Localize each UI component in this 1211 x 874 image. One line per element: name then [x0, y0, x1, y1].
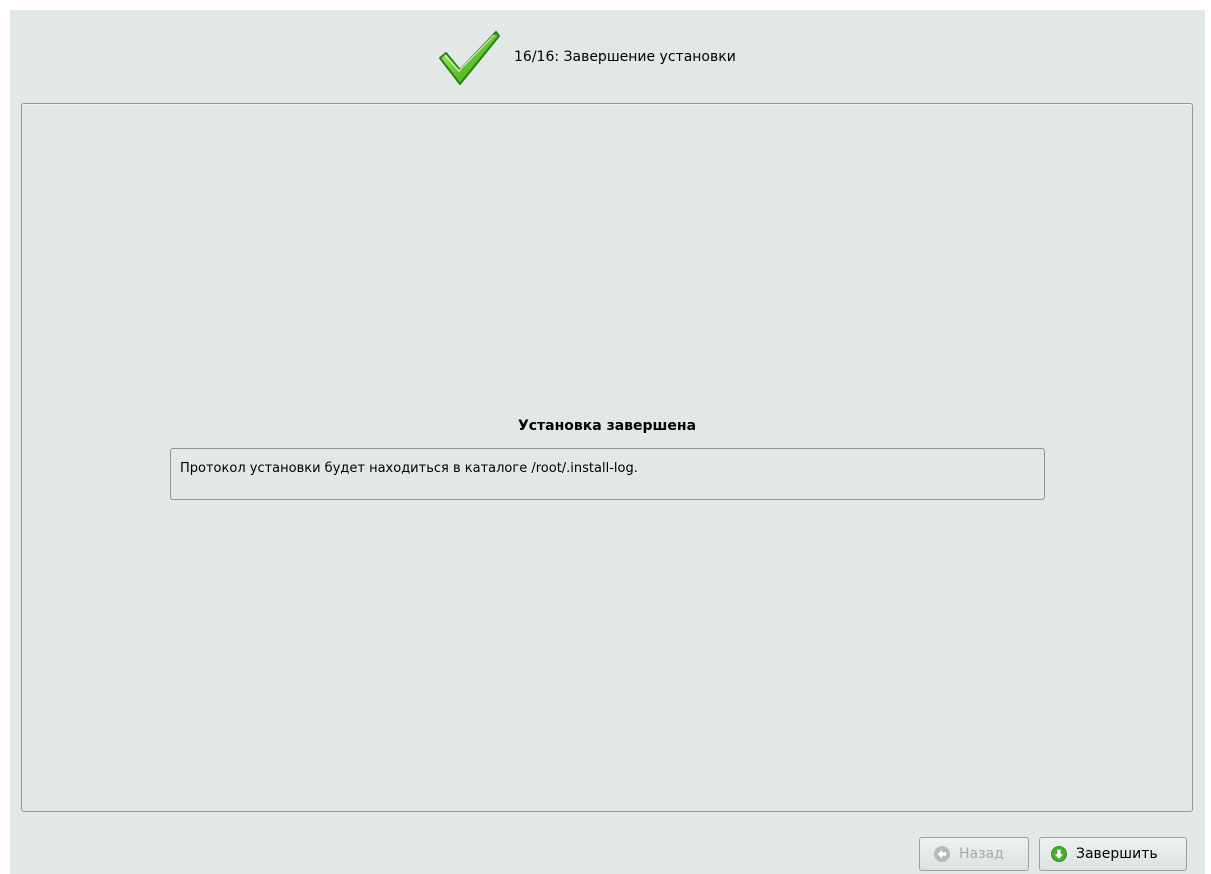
install-log-message-box: Протокол установки будет находиться в ка…: [170, 448, 1045, 500]
check-icon: [439, 31, 500, 85]
installation-complete-heading: Установка завершена: [517, 418, 697, 434]
back-button[interactable]: Назад: [919, 837, 1029, 871]
installer-header: 16/16: Завершение установки: [10, 10, 1205, 104]
arrow-left-icon: [934, 846, 950, 862]
step-title: 16/16: Завершение установки: [514, 49, 736, 65]
finish-button[interactable]: Завершить: [1039, 837, 1187, 871]
installer-window: 16/16: Завершение установки Установка за…: [10, 10, 1205, 874]
install-log-message: Протокол установки будет находиться в ка…: [180, 461, 638, 476]
back-button-label: Назад: [959, 846, 1004, 862]
finish-button-label: Завершить: [1076, 846, 1158, 862]
arrow-down-icon: [1051, 846, 1067, 862]
content-panel: Установка завершена Протокол установки б…: [21, 103, 1193, 812]
